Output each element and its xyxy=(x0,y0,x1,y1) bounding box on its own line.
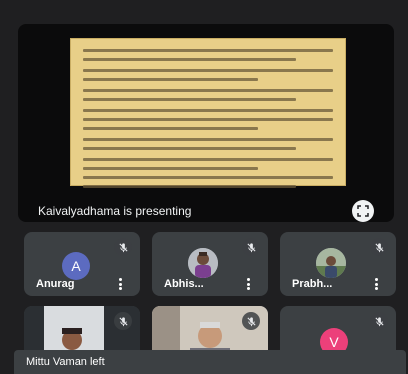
avatar xyxy=(188,248,218,278)
mic-off-icon xyxy=(246,242,256,252)
mic-off-badge xyxy=(114,238,132,256)
participant-tile-anurag[interactable]: A Anurag xyxy=(24,232,140,296)
presenting-label: Kaivalyadhama is presenting xyxy=(38,204,192,218)
more-options-icon[interactable] xyxy=(246,278,250,290)
shared-slide xyxy=(70,38,346,188)
mic-off-badge xyxy=(370,238,388,256)
meeting-window: Kaivalyadhama is presenting A Anurag Abh… xyxy=(0,0,408,374)
mic-off-icon xyxy=(374,316,384,326)
mic-off-icon xyxy=(118,316,128,326)
participant-tile-prabh[interactable]: Prabh... xyxy=(280,232,396,296)
fullscreen-icon xyxy=(357,205,369,217)
mic-off-icon xyxy=(118,242,128,252)
notification-toast: Mittu Vaman left xyxy=(14,350,406,374)
mic-off-icon xyxy=(374,242,384,252)
presentation-tile[interactable]: Kaivalyadhama is presenting xyxy=(18,24,394,222)
mic-off-badge xyxy=(114,312,132,330)
more-options-icon[interactable] xyxy=(374,278,378,290)
participant-name: Prabh... xyxy=(292,278,333,290)
more-options-icon[interactable] xyxy=(118,278,122,290)
avatar: A xyxy=(62,252,90,280)
participant-name: Anurag xyxy=(36,278,75,290)
fullscreen-button[interactable] xyxy=(352,200,374,222)
mic-off-icon xyxy=(246,316,256,326)
participant-tile-abhis[interactable]: Abhis... xyxy=(152,232,268,296)
slide-text-lines xyxy=(83,49,333,194)
participant-name: Abhis... xyxy=(164,278,204,290)
avatar xyxy=(316,248,346,278)
mic-off-badge xyxy=(242,312,260,330)
mic-off-badge xyxy=(242,238,260,256)
mic-off-badge xyxy=(370,312,388,330)
